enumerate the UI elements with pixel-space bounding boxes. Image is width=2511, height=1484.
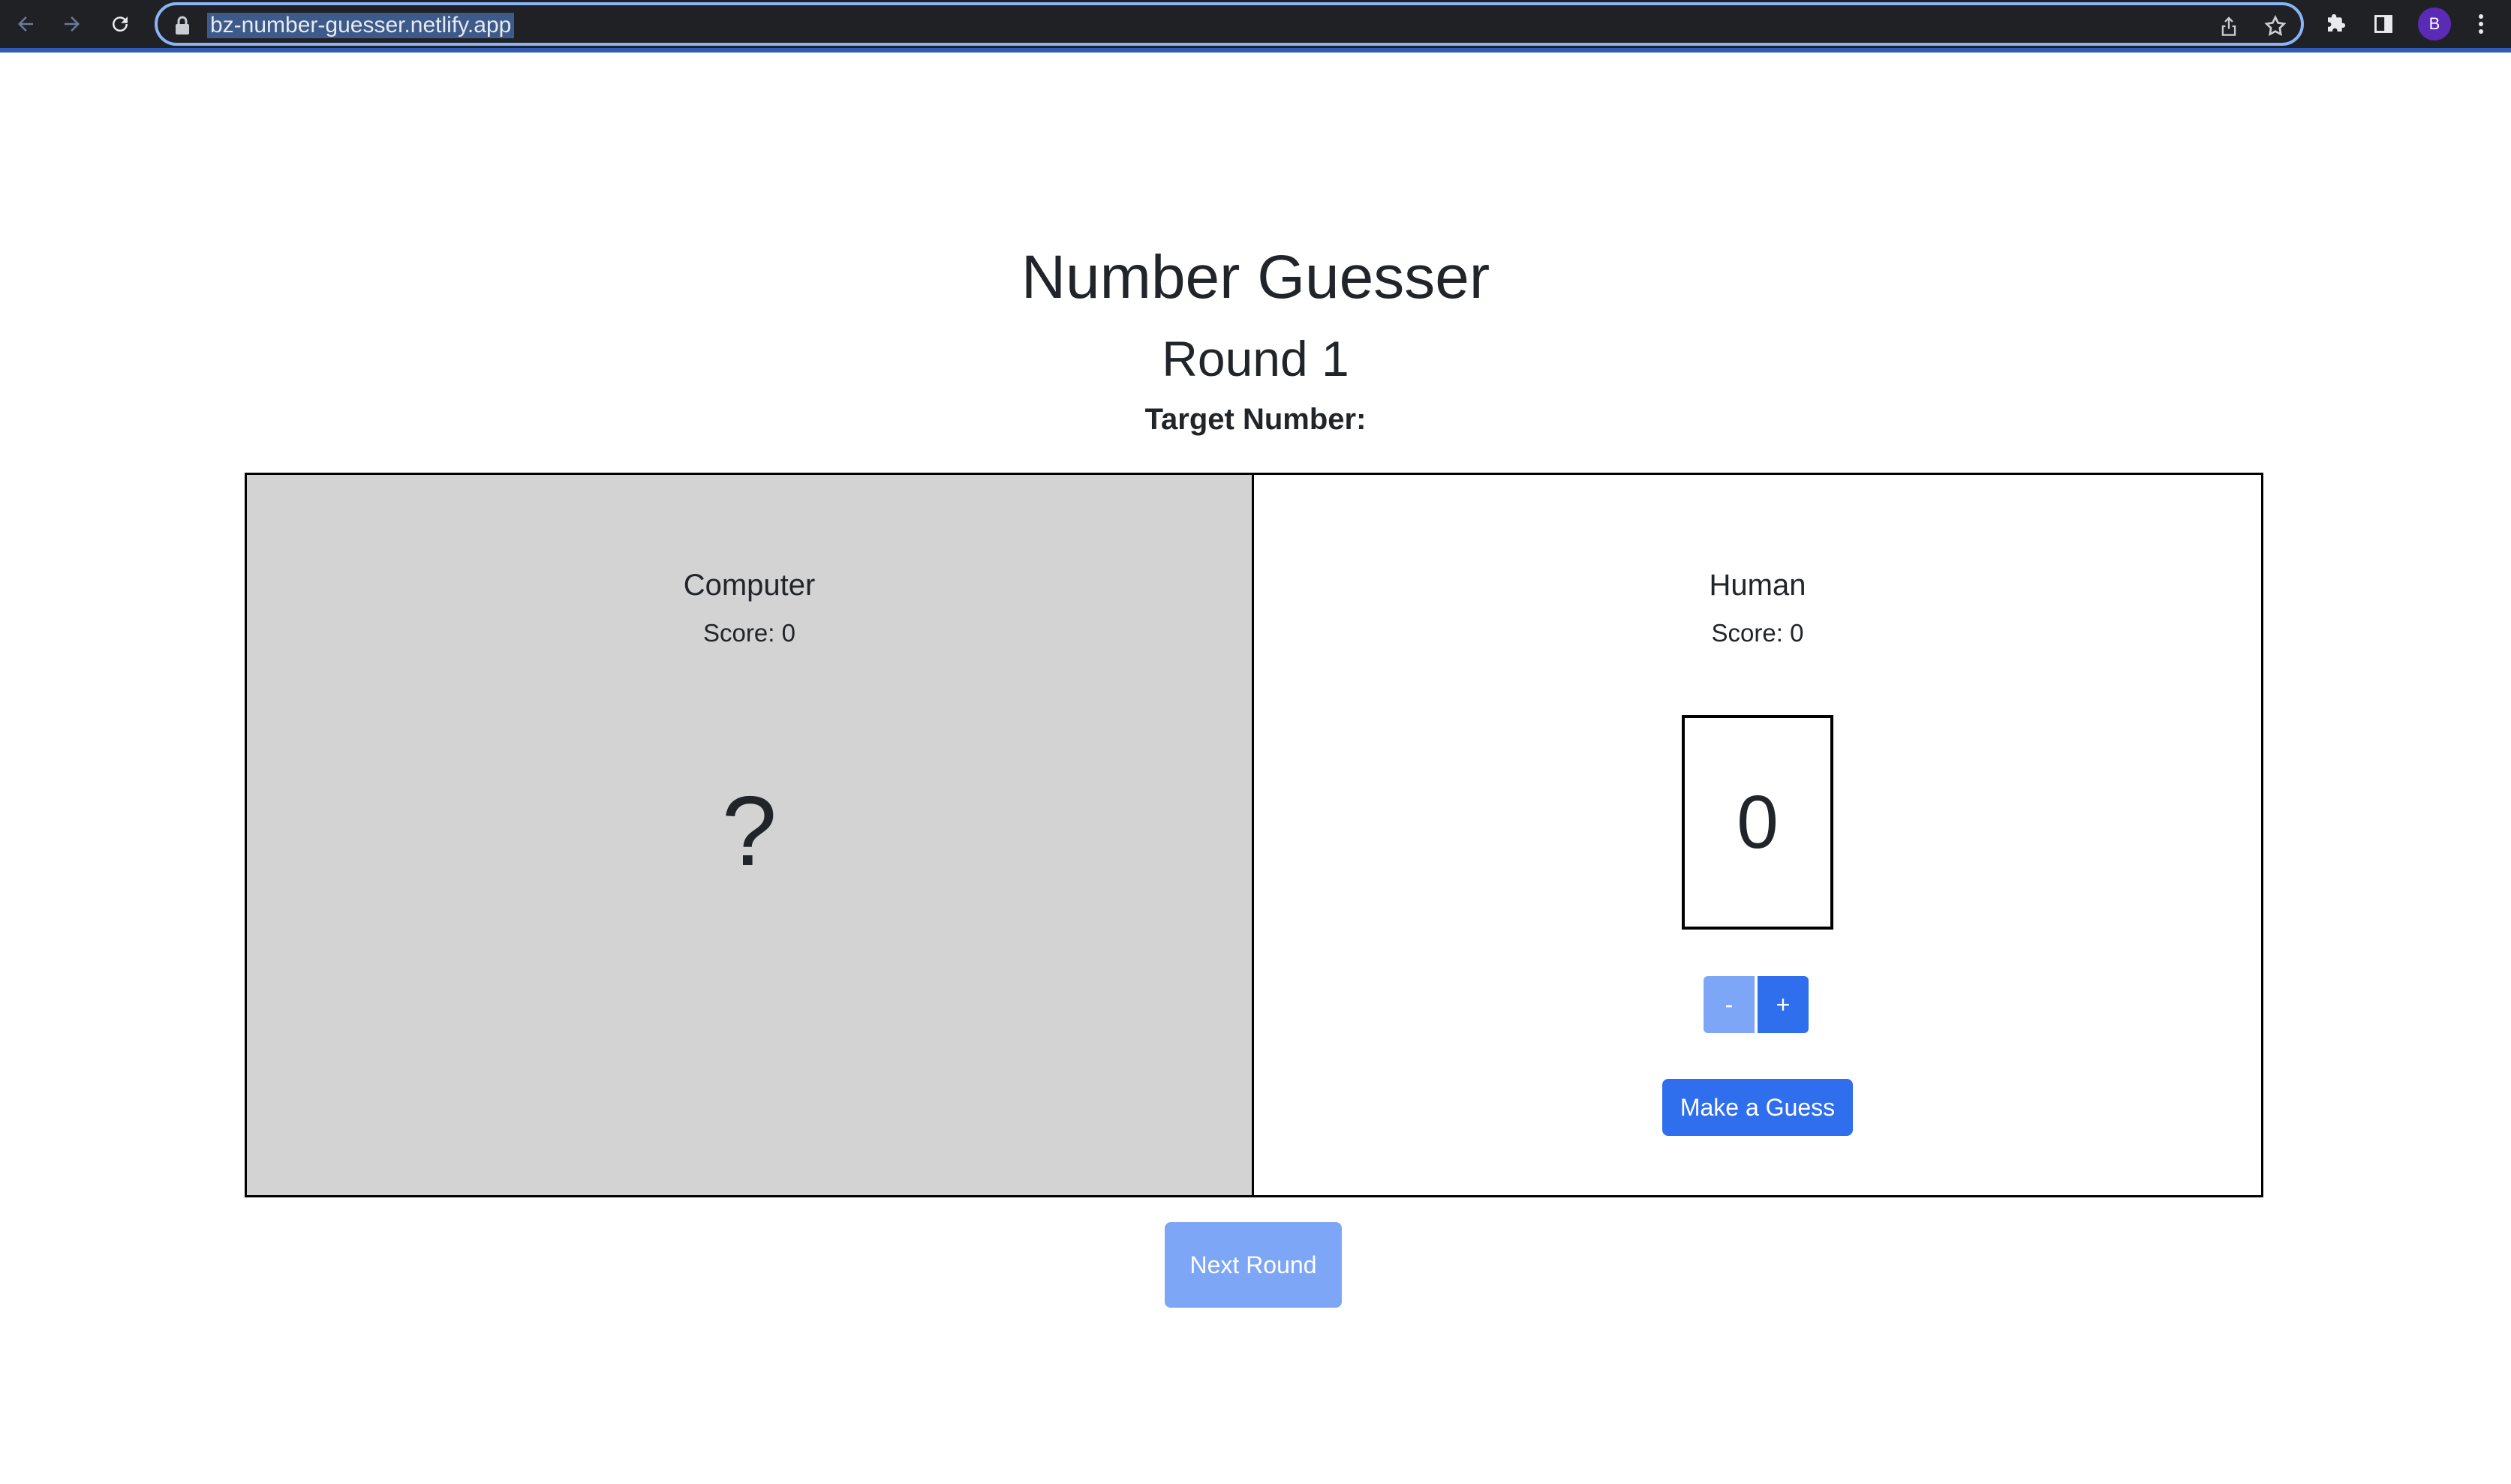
lock-icon — [174, 16, 191, 35]
computer-name: Computer — [683, 569, 816, 602]
share-icon[interactable] — [2215, 13, 2242, 40]
address-bar[interactable]: bz-number-guesser.netlify.app — [155, 2, 2304, 46]
decrement-button[interactable]: - — [1704, 976, 1755, 1033]
increment-button[interactable]: + — [1758, 976, 1809, 1033]
human-guess-display: 0 — [1682, 715, 1833, 930]
round-heading: Round 1 — [1162, 331, 1349, 386]
reload-icon[interactable] — [102, 6, 138, 42]
menu-dots-icon[interactable] — [2464, 8, 2497, 41]
computer-score: Score: 0 — [703, 619, 795, 647]
make-guess-button[interactable]: Make a Guess — [1662, 1079, 1853, 1136]
next-round-button[interactable]: Next Round — [1165, 1222, 1342, 1308]
guess-stepper: - + — [1704, 976, 1809, 1033]
extensions-icon[interactable] — [2319, 8, 2352, 41]
game-board: Computer Score: 0 ? Human Score: 0 0 - +… — [245, 473, 2263, 1197]
url-text[interactable]: bz-number-guesser.netlify.app — [207, 13, 515, 38]
target-number-label: Target Number: — [1144, 403, 1367, 436]
back-icon[interactable] — [8, 6, 44, 42]
browser-toolbar: bz-number-guesser.netlify.app B — [0, 0, 2511, 53]
forward-icon[interactable] — [54, 6, 90, 42]
human-panel: Human Score: 0 0 - + Make a Guess — [1254, 475, 2261, 1195]
human-score: Score: 0 — [1711, 619, 1804, 647]
computer-guess: ? — [721, 776, 777, 886]
bookmark-star-icon[interactable] — [2262, 13, 2289, 40]
side-panel-icon[interactable] — [2367, 8, 2400, 41]
computer-panel: Computer Score: 0 ? — [247, 475, 1254, 1195]
page-title: Number Guesser — [1021, 243, 1490, 311]
profile-avatar[interactable]: B — [2418, 8, 2451, 41]
human-name: Human — [1709, 569, 1806, 602]
